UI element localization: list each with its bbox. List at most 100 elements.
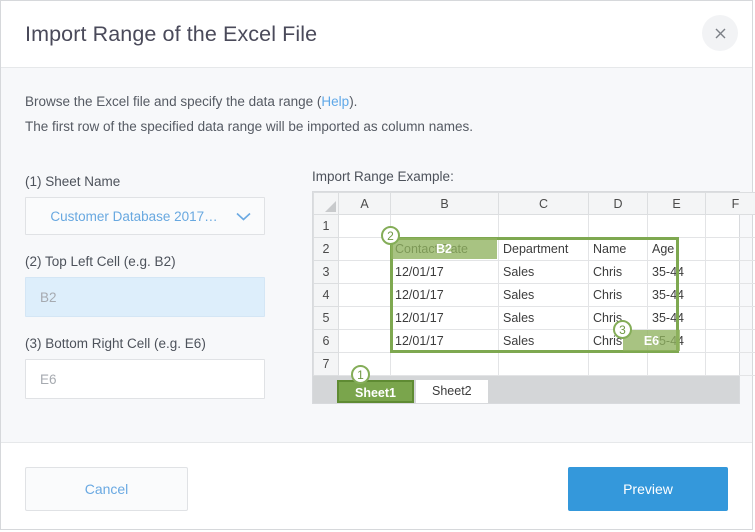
row-header[interactable]: 1 [314, 215, 339, 238]
table-row: 1 [314, 215, 755, 238]
cell-c6[interactable]: Sales [499, 330, 589, 353]
row-header[interactable]: 5 [314, 307, 339, 330]
row-header[interactable]: 4 [314, 284, 339, 307]
cell-c5[interactable]: Sales [499, 307, 589, 330]
sheet-name-field-group: (1) Sheet Name Customer Database 2017… [25, 173, 265, 235]
cell-a5[interactable] [339, 307, 391, 330]
page-title: Import Range of the Excel File [25, 22, 317, 47]
cell-b6[interactable]: 12/01/17 [391, 330, 499, 353]
row-header[interactable]: 2 [314, 238, 339, 261]
form-column: (1) Sheet Name Customer Database 2017… (… [25, 173, 265, 417]
chevron-down-icon [230, 212, 256, 221]
spreadsheet-preview: A B C D E F 1 [312, 191, 740, 404]
close-icon [715, 28, 726, 39]
table-row: 6 12/01/17 Sales Chris 35-44 [314, 330, 755, 353]
cell-e2[interactable]: Age [648, 238, 706, 261]
bottom-right-cell-input[interactable] [25, 359, 265, 399]
cell-e4[interactable]: 35-44 [648, 284, 706, 307]
cell-b7[interactable] [391, 353, 499, 376]
column-header-a[interactable]: A [339, 193, 391, 215]
cell-f1[interactable] [706, 215, 755, 238]
sheet-name-value: Customer Database 2017… [26, 209, 230, 224]
cell-f3[interactable] [706, 261, 755, 284]
select-all-corner[interactable] [314, 193, 339, 215]
cell-c4[interactable]: Sales [499, 284, 589, 307]
dialog-footer: Cancel Preview [1, 442, 752, 529]
cell-c1[interactable] [499, 215, 589, 238]
cell-e5[interactable]: 35-44 [648, 307, 706, 330]
cell-f7[interactable] [706, 353, 755, 376]
cell-b3[interactable]: 12/01/17 [391, 261, 499, 284]
table-row: 7 [314, 353, 755, 376]
close-button[interactable] [702, 15, 738, 51]
cell-b1[interactable] [391, 215, 499, 238]
import-range-dialog: Import Range of the Excel File Browse th… [0, 0, 753, 530]
spreadsheet-body: 1 2 Contact Date Department [314, 215, 755, 376]
sheet-name-select[interactable]: Customer Database 2017… [25, 197, 265, 235]
cell-f4[interactable] [706, 284, 755, 307]
dialog-body: Browse the Excel file and specify the da… [1, 68, 752, 442]
cell-c7[interactable] [499, 353, 589, 376]
sheet-tab-sheet1[interactable]: Sheet1 [337, 380, 414, 403]
intro-line-1-pre: Browse the Excel file and specify the da… [25, 94, 321, 109]
cell-f6[interactable] [706, 330, 755, 353]
cell-a4[interactable] [339, 284, 391, 307]
cell-f2[interactable] [706, 238, 755, 261]
corner-triangle-icon [325, 201, 336, 212]
sheet-caption: Import Range Example: [312, 168, 740, 185]
preview-button[interactable]: Preview [568, 467, 728, 511]
cell-e6[interactable]: 35-44 [648, 330, 706, 353]
bottom-right-cell-label: (3) Bottom Right Cell (e.g. E6) [25, 335, 265, 352]
cancel-button[interactable]: Cancel [25, 467, 188, 511]
column-header-c[interactable]: C [499, 193, 589, 215]
cell-d3[interactable]: Chris [589, 261, 648, 284]
row-header[interactable]: 6 [314, 330, 339, 353]
cell-f5[interactable] [706, 307, 755, 330]
bottom-right-cell-field-group: (3) Bottom Right Cell (e.g. E6) [25, 335, 265, 399]
cell-a3[interactable] [339, 261, 391, 284]
column-header-d[interactable]: D [589, 193, 648, 215]
table-row: 2 Contact Date Department Name Age [314, 238, 755, 261]
sheet-column: Import Range Example: A B C D E F [312, 168, 740, 404]
cell-d1[interactable] [589, 215, 648, 238]
intro-line-1: Browse the Excel file and specify the da… [25, 89, 473, 114]
intro-line-2: The first row of the specified data rang… [25, 114, 473, 139]
cell-b5[interactable]: 12/01/17 [391, 307, 499, 330]
intro-line-1-post: ). [349, 94, 357, 109]
cell-a1[interactable] [339, 215, 391, 238]
sheet-tab-strip: Sheet1 Sheet2 [313, 376, 739, 403]
table-row: 4 12/01/17 Sales Chris 35-44 [314, 284, 755, 307]
cell-c2[interactable]: Department [499, 238, 589, 261]
cell-e1[interactable] [648, 215, 706, 238]
cell-b2[interactable]: Contact Date [391, 238, 499, 261]
table-row: 3 12/01/17 Sales Chris 35-44 [314, 261, 755, 284]
cell-c3[interactable]: Sales [499, 261, 589, 284]
help-link[interactable]: Help [321, 94, 349, 109]
cell-b4[interactable]: 12/01/17 [391, 284, 499, 307]
column-header-f[interactable]: F [706, 193, 755, 215]
top-left-cell-field-group: (2) Top Left Cell (e.g. B2) [25, 253, 265, 317]
cell-e7[interactable] [648, 353, 706, 376]
dialog-header: Import Range of the Excel File [1, 1, 752, 68]
row-header[interactable]: 7 [314, 353, 339, 376]
intro-text: Browse the Excel file and specify the da… [25, 89, 473, 139]
cell-e3[interactable]: 35-44 [648, 261, 706, 284]
top-left-cell-input[interactable] [25, 277, 265, 317]
cell-d6[interactable]: Chris [589, 330, 648, 353]
spreadsheet-grid: A B C D E F 1 [313, 192, 755, 376]
sheet-tab-sheet2[interactable]: Sheet2 [416, 380, 488, 403]
cell-d4[interactable]: Chris [589, 284, 648, 307]
row-header[interactable]: 3 [314, 261, 339, 284]
column-header-b[interactable]: B [391, 193, 499, 215]
cell-d2[interactable]: Name [589, 238, 648, 261]
top-left-cell-label: (2) Top Left Cell (e.g. B2) [25, 253, 265, 270]
cell-a7[interactable] [339, 353, 391, 376]
column-header-e[interactable]: E [648, 193, 706, 215]
cell-d7[interactable] [589, 353, 648, 376]
cell-d5[interactable]: Chris [589, 307, 648, 330]
sheet-name-label: (1) Sheet Name [25, 173, 265, 190]
cell-a2[interactable] [339, 238, 391, 261]
cell-a6[interactable] [339, 330, 391, 353]
table-row: 5 12/01/17 Sales Chris 35-44 [314, 307, 755, 330]
column-header-row: A B C D E F [314, 193, 755, 215]
